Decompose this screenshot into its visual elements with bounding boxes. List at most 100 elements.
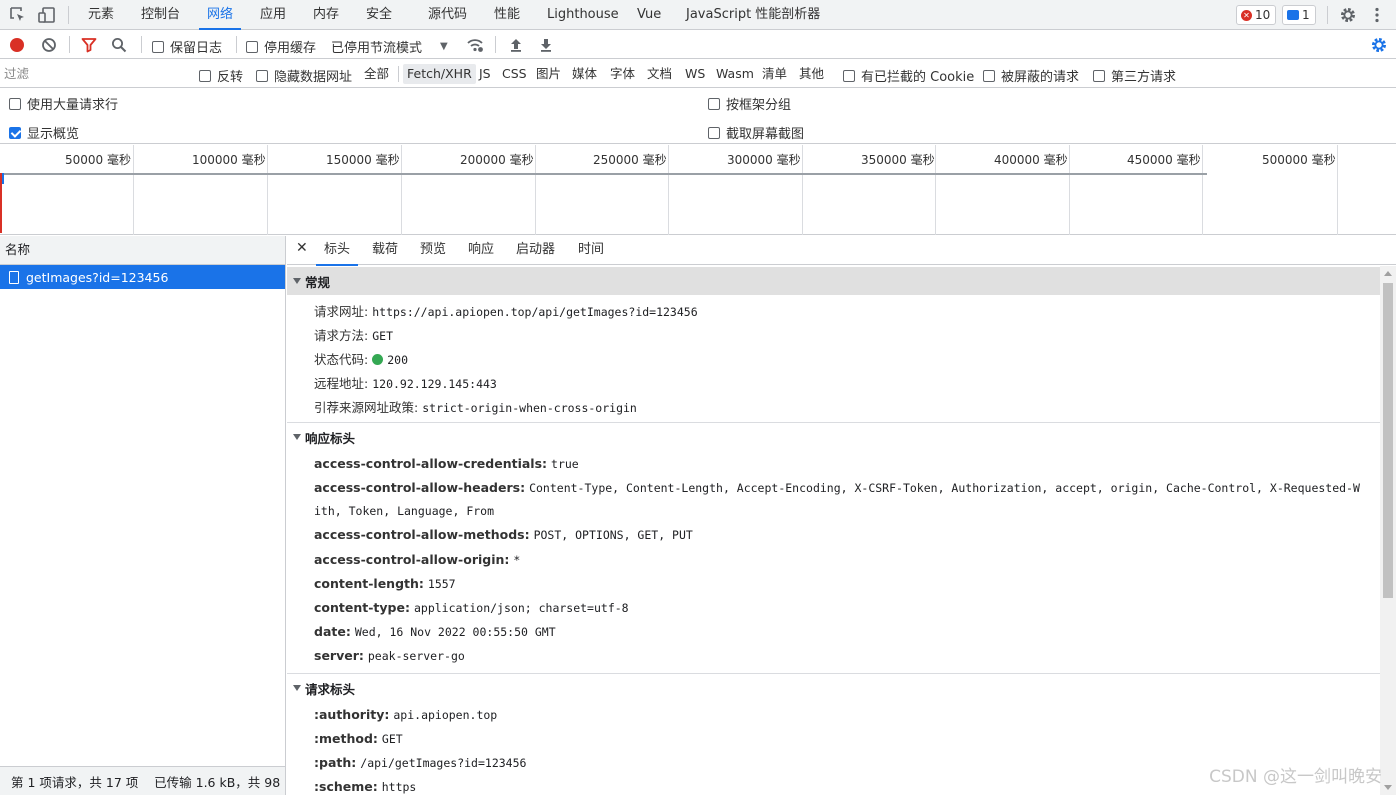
blocked-requests-checkbox[interactable]: 被屏蔽的请求	[983, 66, 1079, 85]
network-overview-timeline[interactable]: 50000 毫秒 100000 毫秒 150000 毫秒 200000 毫秒 2…	[0, 145, 1396, 235]
invert-checkbox[interactable]: 反转	[199, 66, 243, 85]
scroll-down-arrow-icon[interactable]	[1384, 785, 1392, 790]
expand-triangle-icon	[293, 685, 301, 691]
throttling-dropdown[interactable]: 已停用节流模式 ▼	[331, 37, 448, 56]
filter-type-js[interactable]: JS	[475, 64, 495, 84]
tab-vue[interactable]: Vue	[637, 0, 661, 30]
tab-sources[interactable]: 源代码	[428, 0, 467, 30]
blocked-cookies-checkbox[interactable]: 有已拦截的 Cookie	[843, 66, 974, 85]
more-options-icon[interactable]	[1368, 6, 1386, 24]
tab-timing[interactable]: 时间	[578, 236, 604, 265]
checkbox[interactable]	[983, 69, 995, 82]
preserve-log-checkbox[interactable]: 保留日志	[152, 37, 222, 56]
tab-headers[interactable]: 标头	[315, 236, 359, 266]
checkbox-checked[interactable]	[9, 126, 21, 139]
checkbox[interactable]	[246, 40, 258, 53]
tab-response[interactable]: 响应	[468, 236, 494, 265]
status-summary: 第 1 项请求，共 17 项 已传输 1.6 kB，共 98	[11, 774, 281, 790]
filter-type-ws[interactable]: WS	[681, 64, 709, 84]
filter-type-font[interactable]: 字体	[606, 64, 639, 84]
section-general-header[interactable]: 常规	[287, 267, 1380, 295]
general-status-code: 状态代码: 200	[314, 352, 408, 367]
request-header-row: :path:/api/getImages?id=123456	[314, 755, 527, 770]
general-request-method: 请求方法: GET	[314, 328, 393, 343]
tab-js-profiler[interactable]: JavaScript 性能剖析器	[686, 0, 820, 30]
tab-preview[interactable]: 预览	[420, 236, 446, 265]
tab-security[interactable]: 安全	[366, 0, 392, 30]
checkbox[interactable]	[843, 69, 855, 82]
close-icon[interactable]: ✕	[296, 240, 308, 256]
filter-type-wasm[interactable]: Wasm	[712, 64, 758, 84]
tab-network[interactable]: 网络	[198, 0, 242, 30]
request-row-selected[interactable]: getImages?id=123456	[0, 265, 285, 289]
error-count-badge[interactable]: ✕ 10	[1236, 5, 1277, 25]
network-settings-gear-icon[interactable]	[1370, 36, 1388, 54]
tab-lighthouse[interactable]: Lighthouse	[547, 0, 619, 30]
section-response-headers-header[interactable]: 响应标头	[287, 423, 1380, 451]
filter-type-media[interactable]: 媒体	[568, 64, 601, 84]
large-rows-checkbox[interactable]: 使用大量请求行	[9, 94, 118, 113]
timeline-gridline	[267, 145, 268, 235]
message-count-badge[interactable]: 1	[1282, 5, 1316, 25]
scrollbar-thumb[interactable]	[1383, 283, 1393, 598]
timeline-tick-label: 150000 毫秒	[326, 153, 400, 167]
inspect-element-icon[interactable]	[9, 6, 27, 24]
checkbox[interactable]	[152, 40, 164, 53]
checkbox[interactable]	[708, 97, 720, 110]
show-overview-label: 显示概览	[27, 127, 80, 142]
search-icon[interactable]	[111, 37, 127, 53]
checkbox[interactable]	[199, 69, 211, 82]
filter-input[interactable]	[4, 64, 184, 83]
filter-type-fetch-xhr[interactable]: Fetch/XHR	[403, 64, 476, 84]
timeline-gridline	[1337, 145, 1338, 235]
chevron-down-icon: ▼	[440, 41, 448, 52]
group-by-frame-label: 按框架分组	[726, 98, 792, 113]
record-icon[interactable]	[9, 37, 25, 53]
network-conditions-wifi-icon[interactable]	[466, 36, 484, 54]
checkbox[interactable]	[708, 126, 720, 139]
general-request-url: 请求网址: https://api.apiopen.top/api/getImag…	[314, 304, 698, 319]
tab-payload[interactable]: 载荷	[372, 236, 398, 265]
request-name: getImages?id=123456	[26, 269, 169, 285]
filter-type-css[interactable]: CSS	[498, 64, 531, 84]
capture-screenshots-checkbox[interactable]: 截取屏幕截图	[708, 123, 804, 142]
checkbox[interactable]	[1093, 69, 1105, 82]
detail-scrollbar[interactable]	[1380, 266, 1396, 795]
filter-type-img[interactable]: 图片	[532, 64, 565, 84]
filter-type-manifest[interactable]: 清单	[758, 64, 791, 84]
export-har-download-icon[interactable]	[538, 37, 554, 53]
timeline-gridline	[668, 145, 669, 235]
group-by-frame-checkbox[interactable]: 按框架分组	[708, 94, 791, 113]
scroll-up-arrow-icon[interactable]	[1384, 271, 1392, 276]
timeline-gridline	[935, 145, 936, 235]
general-referrer-policy: 引荐来源网址政策: strict-origin-when-cross-origin	[314, 400, 637, 415]
divider	[495, 36, 496, 53]
import-har-upload-icon[interactable]	[508, 37, 524, 53]
network-options: 使用大量请求行 按框架分组 显示概览 截取屏幕截图	[0, 88, 1396, 144]
settings-gear-icon[interactable]	[1339, 6, 1357, 24]
checkbox[interactable]	[256, 69, 268, 82]
tab-memory[interactable]: 内存	[313, 0, 339, 30]
tab-console[interactable]: 控制台	[141, 0, 180, 30]
third-party-checkbox[interactable]: 第三方请求	[1093, 66, 1176, 85]
device-toolbar-icon[interactable]	[38, 6, 56, 24]
response-header-row: access-control-allow-headers: Content-Typ…	[314, 480, 1360, 495]
filter-funnel-icon[interactable]	[81, 37, 97, 53]
blocked-requests-label: 被屏蔽的请求	[1001, 70, 1080, 85]
disable-cache-checkbox[interactable]: 停用缓存	[246, 37, 316, 56]
show-overview-checkbox[interactable]: 显示概览	[9, 123, 79, 142]
filter-type-other[interactable]: 其他	[795, 64, 828, 84]
clear-icon[interactable]	[41, 37, 57, 53]
filter-type-all[interactable]: 全部	[360, 64, 393, 84]
tab-initiator[interactable]: 启动器	[516, 236, 555, 265]
column-header-name[interactable]: 名称	[0, 236, 285, 265]
timeline-tick-label: 300000 毫秒	[727, 153, 801, 167]
tab-application[interactable]: 应用	[260, 0, 286, 30]
hide-data-urls-checkbox[interactable]: 隐藏数据网址	[256, 66, 352, 85]
tab-elements[interactable]: 元素	[88, 0, 114, 30]
section-request-headers-header[interactable]: 请求标头	[287, 674, 1380, 702]
tab-performance[interactable]: 性能	[494, 0, 520, 30]
checkbox[interactable]	[9, 97, 21, 110]
filter-type-doc[interactable]: 文档	[643, 64, 676, 84]
large-rows-label: 使用大量请求行	[27, 98, 119, 113]
